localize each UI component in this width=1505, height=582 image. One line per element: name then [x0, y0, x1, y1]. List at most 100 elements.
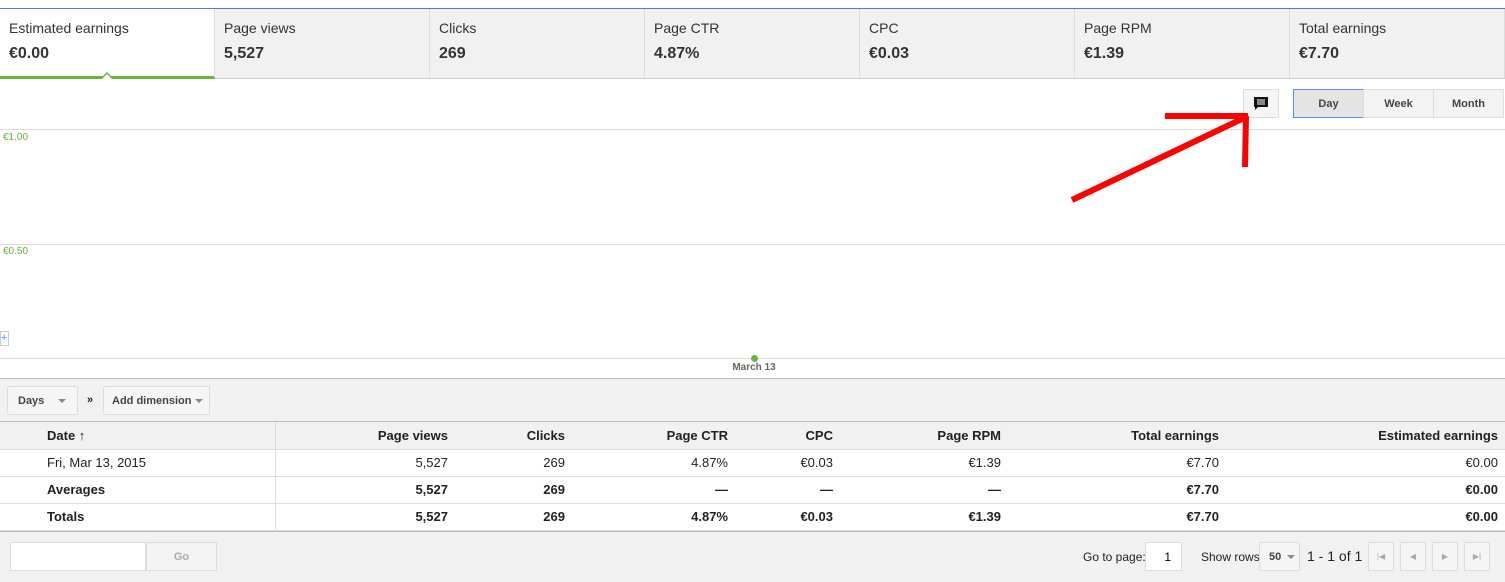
tab-page-views[interactable]: Page views 5,527	[215, 9, 430, 78]
chevron-down-icon	[58, 398, 67, 403]
tab-label: Clicks	[439, 20, 477, 36]
cell: €0.03	[735, 503, 840, 531]
chevron-down-icon	[1287, 554, 1296, 559]
tab-total-earnings[interactable]: Total earnings €7.70	[1290, 9, 1505, 78]
top-bar	[0, 0, 1505, 9]
cell: 269	[455, 476, 572, 504]
tab-label: Estimated earnings	[9, 20, 129, 36]
cell: €0.00	[1226, 503, 1505, 531]
table-footer: Go Go to page: Show rows: 50 1 - 1 of 1 …	[0, 531, 1505, 582]
last-page-icon: ▶|	[1472, 552, 1482, 561]
tab-label: Page RPM	[1084, 20, 1152, 36]
column-header[interactable]: Estimated earnings	[1226, 422, 1505, 450]
totals-row: Totals 5,527 269 4.87% €0.03 €1.39 €7.70 €0.00	[0, 503, 1505, 531]
last-page-button[interactable]: ▶|	[1464, 542, 1490, 571]
cell: 5,527	[275, 503, 455, 531]
cell: 5,527	[275, 449, 455, 477]
report-table: Date ↑ Page views Clicks Page CTR CPC Pa…	[0, 422, 1505, 531]
column-header[interactable]: Clicks	[455, 422, 572, 450]
filter-input[interactable]	[10, 542, 146, 571]
show-rows-label: Show rows:	[1201, 550, 1264, 564]
page-range: 1 - 1 of 1	[1307, 548, 1363, 564]
y-tick-label: €1.00	[3, 132, 29, 143]
next-page-icon: ▶	[1441, 552, 1449, 561]
tab-label: Total earnings	[1299, 20, 1387, 36]
go-to-page-label: Go to page:	[1083, 550, 1146, 564]
column-header[interactable]: CPC	[735, 422, 840, 450]
x-tick-label: March 13	[732, 362, 776, 373]
add-dimension-dropdown[interactable]: Add dimension	[103, 386, 210, 415]
chevron-down-icon	[195, 398, 204, 403]
first-page-button[interactable]: |◀	[1368, 542, 1394, 571]
cell: €0.00	[1226, 476, 1505, 504]
week-button[interactable]: Week	[1363, 89, 1434, 118]
tab-value: €7.70	[1299, 45, 1340, 62]
cell: 269	[455, 449, 572, 477]
column-header[interactable]: Page views	[275, 422, 455, 450]
cell: €1.39	[840, 449, 1008, 477]
averages-row: Averages 5,527 269— — — €7.70 €0.00	[0, 476, 1505, 504]
month-button[interactable]: Month	[1433, 89, 1504, 118]
annotations-button[interactable]	[1243, 89, 1279, 118]
cell: 5,527	[275, 476, 455, 504]
rows-per-page-select[interactable]: 50	[1259, 542, 1300, 571]
tab-page-rpm[interactable]: Page RPM €1.39	[1075, 9, 1290, 78]
cell: 269	[455, 503, 572, 531]
tab-value: 4.87%	[654, 45, 700, 62]
table-row: Fri, Mar 13, 2015 5,527 269 4.87% €0.03 €1.39…	[0, 449, 1505, 477]
y-tick-label: €0.50	[3, 246, 29, 257]
cell: €7.70	[1008, 476, 1226, 504]
tab-value: €0.03	[869, 45, 910, 62]
cell: —	[735, 476, 840, 504]
rows-value: 50	[1269, 550, 1282, 563]
next-page-button[interactable]: ▶	[1432, 542, 1458, 571]
page-input[interactable]	[1145, 542, 1182, 571]
tab-value: €0.00	[9, 45, 50, 62]
tab-label: Page CTR	[654, 20, 720, 36]
prev-page-icon: ◀	[1409, 552, 1417, 561]
cell: Totals	[0, 503, 276, 531]
days-dropdown[interactable]: Days	[7, 386, 78, 415]
add-annotation-handle[interactable]: +	[0, 331, 9, 346]
first-page-icon: |◀	[1376, 552, 1386, 561]
days-label: Days	[18, 394, 45, 407]
cell: €1.39	[840, 503, 1008, 531]
tab-value: 269	[439, 45, 466, 62]
tab-value: €1.39	[1084, 45, 1125, 62]
column-header[interactable]: Page CTR	[572, 422, 735, 450]
dimension-toolbar: Days » Add dimension	[0, 378, 1505, 422]
tab-value: 5,527	[224, 45, 265, 62]
tab-label: Page views	[224, 20, 296, 36]
metric-tabs: Estimated earnings €0.00 Page views 5,527 …	[0, 9, 1505, 79]
data-point[interactable]	[750, 354, 758, 362]
active-indicator	[100, 72, 114, 79]
cell: —	[572, 476, 735, 504]
cell: —	[840, 476, 1008, 504]
tab-label: CPC	[869, 20, 899, 36]
cell: €0.00	[1226, 449, 1505, 477]
column-header[interactable]: Page RPM	[840, 422, 1008, 450]
column-header[interactable]: Total earnings	[1008, 422, 1226, 450]
prev-page-button[interactable]: ◀	[1400, 542, 1426, 571]
tab-cpc[interactable]: CPC €0.03	[860, 9, 1075, 78]
period-selector: Day Week Month	[1293, 89, 1504, 118]
tab-clicks[interactable]: Clicks 269	[430, 9, 645, 78]
cell: €7.70	[1008, 449, 1226, 477]
cell: €7.70	[1008, 503, 1226, 531]
table-header: Date ↑ Page views Clicks Page CTR CPC Pa…	[0, 422, 1505, 450]
comment-icon	[1254, 96, 1268, 110]
cell: 4.87%	[572, 449, 735, 477]
add-dimension-label: Add dimension	[112, 394, 192, 407]
tab-page-ctr[interactable]: Page CTR 4.87%	[645, 9, 860, 78]
gridline	[0, 129, 1505, 130]
tab-estimated-earnings[interactable]: Estimated earnings €0.00	[0, 9, 215, 79]
cell: 4.87%	[572, 503, 735, 531]
gridline	[0, 244, 1505, 245]
day-button[interactable]: Day	[1293, 89, 1364, 118]
column-header-date[interactable]: Date ↑	[0, 422, 276, 450]
cell: €0.03	[735, 449, 840, 477]
cell: Averages	[0, 476, 276, 504]
cell: Fri, Mar 13, 2015	[0, 449, 276, 477]
go-button[interactable]: Go	[146, 542, 217, 571]
separator: »	[87, 394, 94, 406]
